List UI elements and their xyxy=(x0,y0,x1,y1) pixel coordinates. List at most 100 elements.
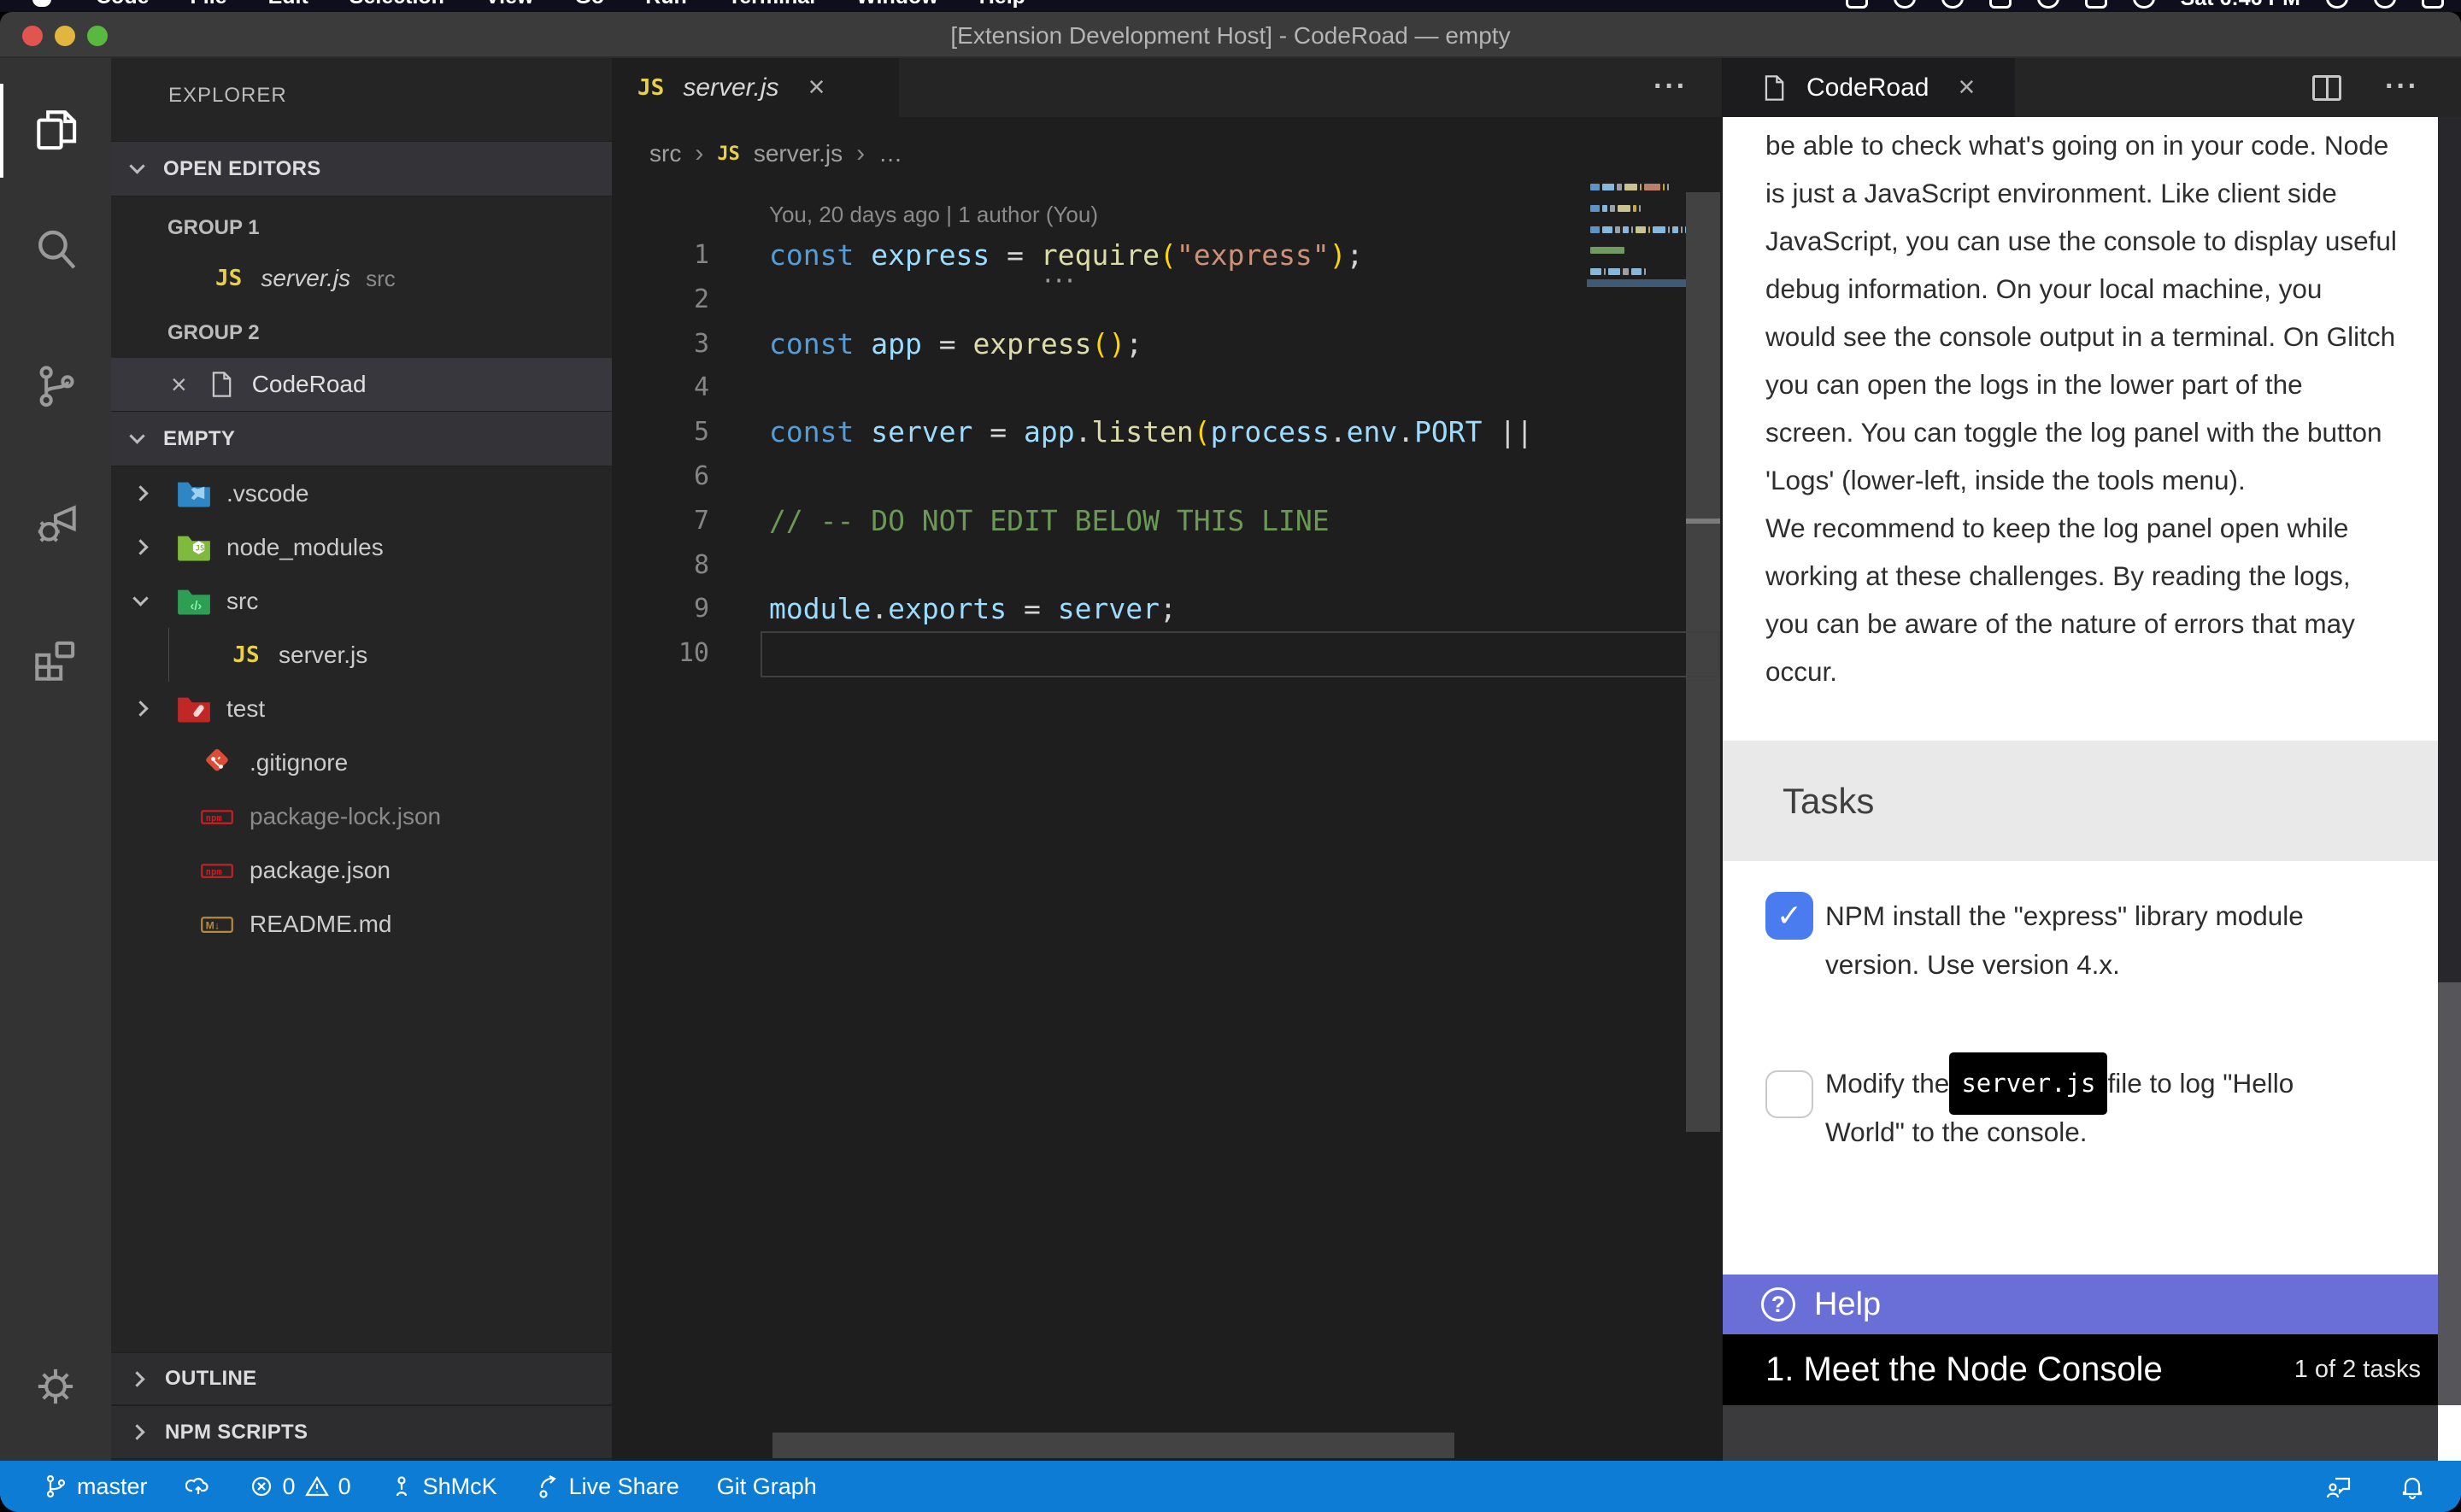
npm-scripts-section[interactable]: NPM SCRIPTS xyxy=(111,1405,612,1459)
tree-item-node-modules[interactable]: JSnode_modules xyxy=(111,520,612,574)
close-tab-icon[interactable]: × xyxy=(808,71,825,104)
sync-changes-item[interactable] xyxy=(185,1474,211,1499)
menu-item-run[interactable]: Run xyxy=(645,0,687,9)
panel-actions-icon[interactable]: ··· xyxy=(2385,70,2419,103)
code-line-5[interactable]: const server = app.listen(process.env.PO… xyxy=(769,410,1533,454)
panel-scrollbar-thumb[interactable] xyxy=(2438,58,2461,982)
menu-item-go[interactable]: Go xyxy=(574,0,604,9)
code-line-1[interactable]: const express = require("express"); xyxy=(769,233,1363,278)
workspace-section-empty[interactable]: EMPTY xyxy=(111,411,612,466)
panel-scrollbar[interactable] xyxy=(2438,58,2461,1461)
menu-item-selection[interactable]: Selection xyxy=(349,0,444,9)
tasks-header-label: Tasks xyxy=(1783,781,1874,822)
tab-coderoad[interactable]: CodeRoad × xyxy=(1723,58,2015,117)
menubar-status-icon[interactable] xyxy=(2037,0,2059,9)
account-item[interactable]: ShMcK xyxy=(389,1474,497,1500)
test-folder-icon xyxy=(177,694,211,724)
breadcrumb-symbol[interactable]: … xyxy=(878,140,902,167)
code-line-7[interactable]: // -- DO NOT EDIT BELOW THIS LINE xyxy=(769,499,1330,543)
panel-scrollbar-track xyxy=(2438,982,2461,1405)
open-editor-server-js[interactable]: JS server.js src xyxy=(111,253,612,304)
extensions-icon[interactable] xyxy=(0,613,111,707)
open-editor-coderoad[interactable]: × CodeRoad xyxy=(111,358,612,411)
tree-item-readme-md[interactable]: M↓README.md xyxy=(111,897,612,951)
explorer-icon[interactable] xyxy=(0,84,111,178)
menubar-clock[interactable]: Sat 6:46 PM xyxy=(2181,0,2300,11)
menubar-status-icon[interactable] xyxy=(1941,0,1964,9)
menu-item-window[interactable]: Window xyxy=(856,0,938,9)
editor-actions-icon[interactable]: ··· xyxy=(1653,70,1688,103)
indent-guide xyxy=(168,628,169,682)
close-icon[interactable]: × xyxy=(171,369,187,401)
tree-item-package-json[interactable]: npmpackage.json xyxy=(111,843,612,897)
menu-item-file[interactable]: File xyxy=(191,0,227,9)
tab-server-js[interactable]: JS server.js × xyxy=(612,58,899,117)
codelens-annotation[interactable]: You, 20 days ago | 1 author (You) xyxy=(769,202,1098,228)
source-control-icon[interactable] xyxy=(0,340,111,434)
spotlight-icon[interactable] xyxy=(2326,0,2348,9)
tasks-header: Tasks xyxy=(1723,741,2438,861)
settings-gear-icon[interactable] xyxy=(0,1339,111,1433)
npm-icon: npm xyxy=(200,802,234,831)
problems-item[interactable]: 0 0 xyxy=(249,1474,351,1500)
lesson-footer[interactable]: 1. Meet the Node Console 1 of 2 tasks xyxy=(1723,1334,2438,1405)
task-2-checkbox[interactable] xyxy=(1765,1070,1813,1118)
notifications-bell-icon[interactable] xyxy=(2398,1472,2427,1501)
menu-item-code[interactable]: Code xyxy=(96,0,150,9)
node-folder-icon: JS xyxy=(177,533,211,562)
error-icon xyxy=(249,1474,274,1499)
npm-icon: npm xyxy=(200,856,234,885)
minimap-line xyxy=(1590,226,1698,233)
close-tab-icon[interactable]: × xyxy=(1958,71,1975,104)
svg-text:npm: npm xyxy=(206,867,222,877)
menubar-status-icon[interactable] xyxy=(1894,0,1916,9)
outline-section[interactable]: OUTLINE xyxy=(111,1352,612,1405)
task-1-checkbox[interactable]: ✓ xyxy=(1765,892,1813,940)
apple-menu-icon[interactable] xyxy=(32,0,51,7)
task-2-text: Modify the server.js file to log "Hello … xyxy=(1825,1059,2294,1157)
code-line-3[interactable]: const app = express(); xyxy=(769,322,1142,366)
git-graph-item[interactable]: Git Graph xyxy=(717,1474,817,1500)
file-icon xyxy=(204,370,238,399)
split-editor-icon[interactable] xyxy=(2312,75,2341,101)
line-number: 4 xyxy=(612,366,709,410)
group-2-label: GROUP 2 xyxy=(167,321,260,345)
menu-item-view[interactable]: View xyxy=(485,0,534,9)
menu-item-help[interactable]: Help xyxy=(979,0,1025,9)
tree-item--vscode[interactable]: .vscode xyxy=(111,466,612,520)
line-number: 3 xyxy=(612,322,709,366)
line-number: 1 xyxy=(612,233,709,278)
minimap[interactable] xyxy=(1590,184,1686,320)
menu-item-edit[interactable]: Edit xyxy=(268,0,308,9)
svg-text:npm: npm xyxy=(206,813,222,823)
breadcrumb-src[interactable]: src xyxy=(649,140,681,167)
feedback-icon[interactable] xyxy=(2324,1472,2353,1501)
control-center-icon[interactable] xyxy=(2422,0,2444,9)
menubar-status-icon[interactable] xyxy=(2133,0,2155,9)
menubar-status-icon[interactable] xyxy=(2085,0,2107,9)
editor-horizontal-scrollbar[interactable] xyxy=(772,1433,1454,1458)
siri-icon[interactable] xyxy=(2374,0,2396,9)
file-icon xyxy=(1757,73,1791,103)
menubar-status-icon[interactable] xyxy=(1989,0,2012,9)
tree-item-src[interactable]: ‹/›src xyxy=(111,574,612,628)
open-editors-section[interactable]: OPEN EDITORS xyxy=(111,141,612,196)
tree-item-server-js[interactable]: JSserver.js xyxy=(111,628,612,682)
window-title-bar: [Extension Development Host] - CodeRoad … xyxy=(0,12,2461,58)
breadcrumb-server-js[interactable]: server.js xyxy=(754,140,843,167)
search-icon[interactable] xyxy=(0,203,111,297)
menubar-status-icon[interactable] xyxy=(1846,0,1868,9)
code-line-9[interactable]: module.exports = server; xyxy=(769,587,1177,631)
run-and-debug-icon[interactable] xyxy=(0,477,111,571)
live-share-item[interactable]: Live Share xyxy=(535,1474,679,1500)
breadcrumb[interactable]: src › JS server.js › … xyxy=(649,137,902,171)
minimap-line xyxy=(1590,268,1646,275)
chevron-right-icon xyxy=(132,485,148,501)
tree-item--gitignore[interactable]: .gitignore xyxy=(111,735,612,789)
git-branch-item[interactable]: master xyxy=(43,1474,148,1500)
lesson-text-line: 'Logs' (lower-left, inside the tools men… xyxy=(1765,456,2432,504)
tree-item-test[interactable]: test xyxy=(111,682,612,735)
menu-item-terminal[interactable]: Terminal xyxy=(728,0,815,9)
tree-item-package-lock-json[interactable]: npmpackage-lock.json xyxy=(111,789,612,843)
help-section[interactable]: ? Help xyxy=(1723,1275,2438,1334)
